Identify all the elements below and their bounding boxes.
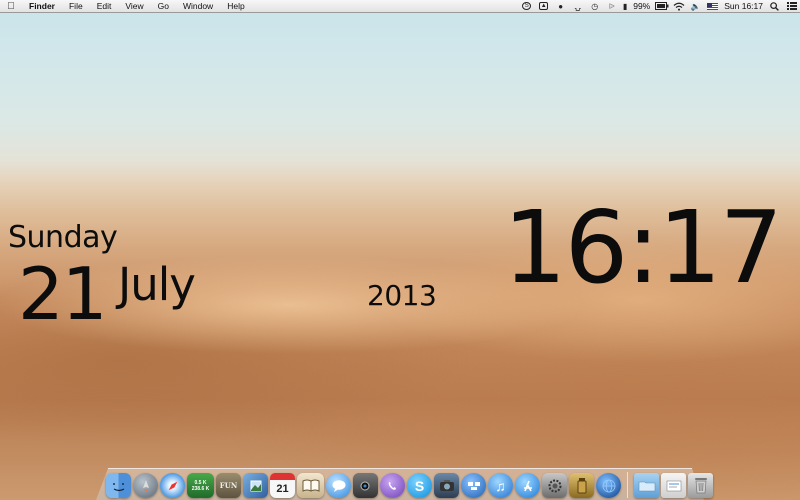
menu-window[interactable]: Window: [176, 0, 220, 13]
network-monitor-icon[interactable]: 0.5 K 238.6 K: [187, 473, 214, 498]
apple-menu-icon[interactable]: : [0, 0, 22, 13]
widget-month: July: [118, 258, 196, 311]
applications-folder-icon[interactable]: [634, 473, 659, 498]
system-preferences-icon[interactable]: [542, 473, 567, 498]
mission-control-icon[interactable]: [461, 473, 486, 498]
menu-help[interactable]: Help: [220, 0, 251, 13]
widget-time: 16:17: [503, 189, 783, 306]
volume-icon[interactable]: 🔈: [687, 0, 704, 13]
calendar-day: 21: [276, 482, 289, 495]
viber-icon[interactable]: ●: [552, 0, 569, 13]
documents-stack-icon[interactable]: [661, 473, 686, 498]
trash-icon[interactable]: [688, 473, 713, 498]
menu-edit[interactable]: Edit: [90, 0, 119, 13]
flag-icon[interactable]: [704, 0, 721, 13]
notification-icon[interactable]: [783, 0, 800, 13]
globe-icon[interactable]: [596, 473, 621, 498]
dock-separator: [627, 472, 628, 498]
font-book-icon[interactable]: FUN: [216, 473, 241, 498]
finder-icon[interactable]: [106, 473, 131, 498]
preview-icon[interactable]: [243, 473, 268, 498]
dictionary-icon[interactable]: [297, 473, 324, 498]
bluetooth-icon[interactable]: ᐉ: [603, 0, 620, 13]
menu-bar:  Finder File Edit View Go Window Help S…: [0, 0, 800, 13]
battery-percent[interactable]: 99%: [630, 0, 653, 13]
messages-icon[interactable]: [326, 473, 351, 498]
menu-bar-left:  Finder File Edit View Go Window Help: [0, 0, 252, 13]
calendar-icon[interactable]: 21: [270, 473, 295, 498]
skype-dock-icon[interactable]: S: [407, 473, 432, 498]
battery-gauge-icon[interactable]: [653, 0, 670, 13]
battery-icon[interactable]: ▮: [620, 0, 630, 13]
menu-view[interactable]: View: [118, 0, 150, 13]
itunes-icon[interactable]: ♫: [488, 473, 513, 498]
widget-day: Sunday: [8, 220, 118, 255]
screen-icon[interactable]: ▲: [535, 0, 552, 13]
iphoto-icon[interactable]: [434, 473, 459, 498]
menu-bar-clock[interactable]: Sun 16:17: [721, 0, 766, 13]
skype-icon[interactable]: S: [518, 0, 535, 13]
safari-icon[interactable]: [160, 473, 185, 498]
menu-file[interactable]: File: [62, 0, 90, 13]
widget-date: 21: [18, 252, 108, 336]
dock: 0.5 K 238.6 K FUN 21 S ♫: [106, 464, 713, 498]
menu-bar-right: S ▲ ● ⍽ ◷ ᐉ ▮ 99% 🔈 Sun 16:17: [518, 0, 800, 13]
app-store-icon[interactable]: [515, 473, 540, 498]
time-machine-icon[interactable]: ◷: [586, 0, 603, 13]
widget-year: 2013: [367, 279, 437, 312]
archive-utility-icon[interactable]: [569, 473, 594, 498]
spotlight-icon[interactable]: [766, 0, 783, 13]
headphones-icon[interactable]: ⍽: [569, 0, 586, 13]
font-book-label: FUN: [219, 481, 238, 490]
wifi-icon[interactable]: [670, 0, 687, 13]
menu-go[interactable]: Go: [151, 0, 176, 13]
viber-icon[interactable]: [380, 473, 405, 498]
app-menu[interactable]: Finder: [22, 0, 62, 13]
facetime-icon[interactable]: [353, 473, 378, 498]
network-down-label: 238.6 K: [191, 485, 210, 492]
launchpad-icon[interactable]: [133, 473, 158, 498]
